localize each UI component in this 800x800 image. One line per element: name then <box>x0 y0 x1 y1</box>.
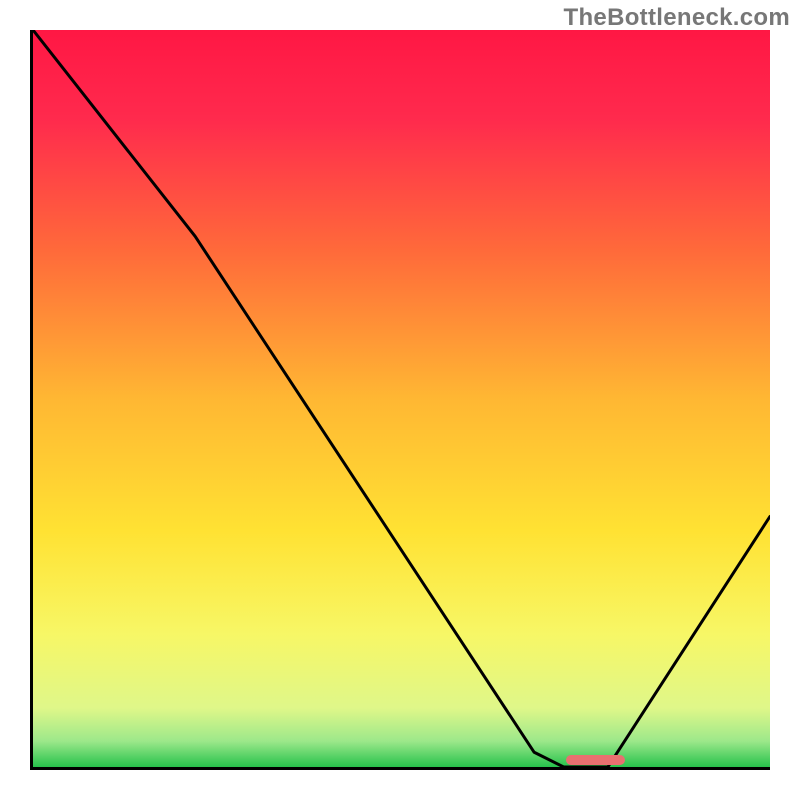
optimal-range-marker <box>566 755 625 765</box>
background-gradient <box>33 30 770 767</box>
watermark-text: TheBottleneck.com <box>564 4 790 32</box>
plot-area <box>30 30 770 770</box>
chart-canvas: TheBottleneck.com <box>0 0 800 800</box>
